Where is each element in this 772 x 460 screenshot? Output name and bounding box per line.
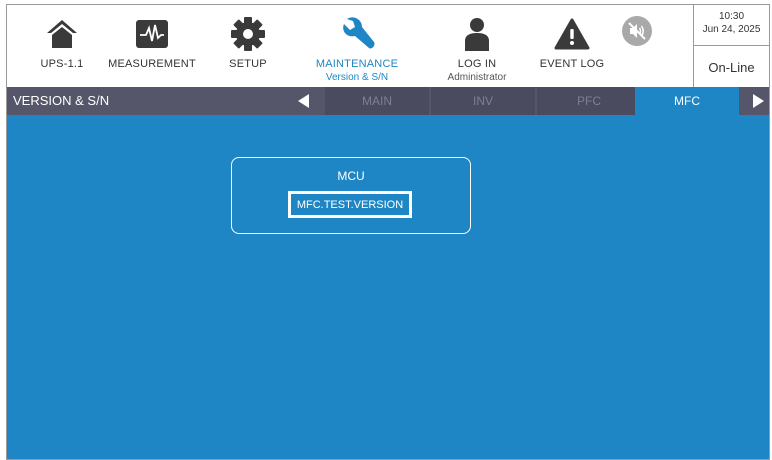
tab-bar: VERSION & S/N MAIN INV PFC MFC [7,87,769,115]
arrow-left-icon [298,94,309,108]
speaker-muted-icon [617,11,657,51]
nav-setup-label: SETUP [229,58,267,70]
nav-maintenance-label: MAINTENANCE [315,58,399,70]
home-icon [42,14,82,54]
user-icon [457,14,497,54]
nav-login-sublabel: Administrator [447,72,507,83]
tab-pfc[interactable]: PFC [537,87,641,115]
mute-button[interactable] [617,5,657,87]
nav-setup-button[interactable]: SETUP [223,5,273,87]
mcu-title: MCU [337,169,365,183]
top-toolbar: UPS-1.1 MEASUREMENT SETUP MAINTENANCE Ve… [7,5,769,87]
tab-main[interactable]: MAIN [325,87,429,115]
tab-next-button[interactable] [747,87,769,115]
tab-mfc[interactable]: MFC [635,87,739,115]
nav-eventlog-label: EVENT LOG [539,58,605,70]
wrench-icon [337,14,377,54]
clock-time: 10:30 [718,11,745,22]
gear-icon [228,14,268,54]
clock-date: Jun 24, 2025 [702,24,761,35]
warning-icon [552,14,592,54]
arrow-right-icon [753,94,764,108]
clock-status-box: 10:30 Jun 24, 2025 On-Line [693,5,769,87]
nav-measurement-label: MEASUREMENT [108,58,196,70]
main-content: MCU MFC.TEST.VERSION [7,115,769,459]
nav-ups-label: UPS-1.1 [40,58,84,70]
mcu-panel: MCU MFC.TEST.VERSION [231,157,471,234]
tab-inv[interactable]: INV [431,87,535,115]
nav-measurement-button[interactable]: MEASUREMENT [107,5,197,87]
version-value: MFC.TEST.VERSION [288,191,412,218]
nav-maintenance-sublabel: Version & S/N [325,72,389,83]
waveform-icon [132,14,172,54]
status-indicator: On-Line [708,60,755,75]
nav-eventlog-button[interactable]: EVENT LOG [537,5,607,87]
nav-login-label: LOG IN [457,58,497,70]
nav-maintenance-button[interactable]: MAINTENANCE Version & S/N [315,5,399,87]
nav-ups-button[interactable]: UPS-1.1 [37,5,87,87]
nav-login-button[interactable]: LOG IN Administrator [437,5,517,87]
app-frame: UPS-1.1 MEASUREMENT SETUP MAINTENANCE Ve… [6,4,770,460]
divider [694,45,769,46]
tab-prev-button[interactable] [293,87,315,115]
page-title: VERSION & S/N [13,93,110,108]
